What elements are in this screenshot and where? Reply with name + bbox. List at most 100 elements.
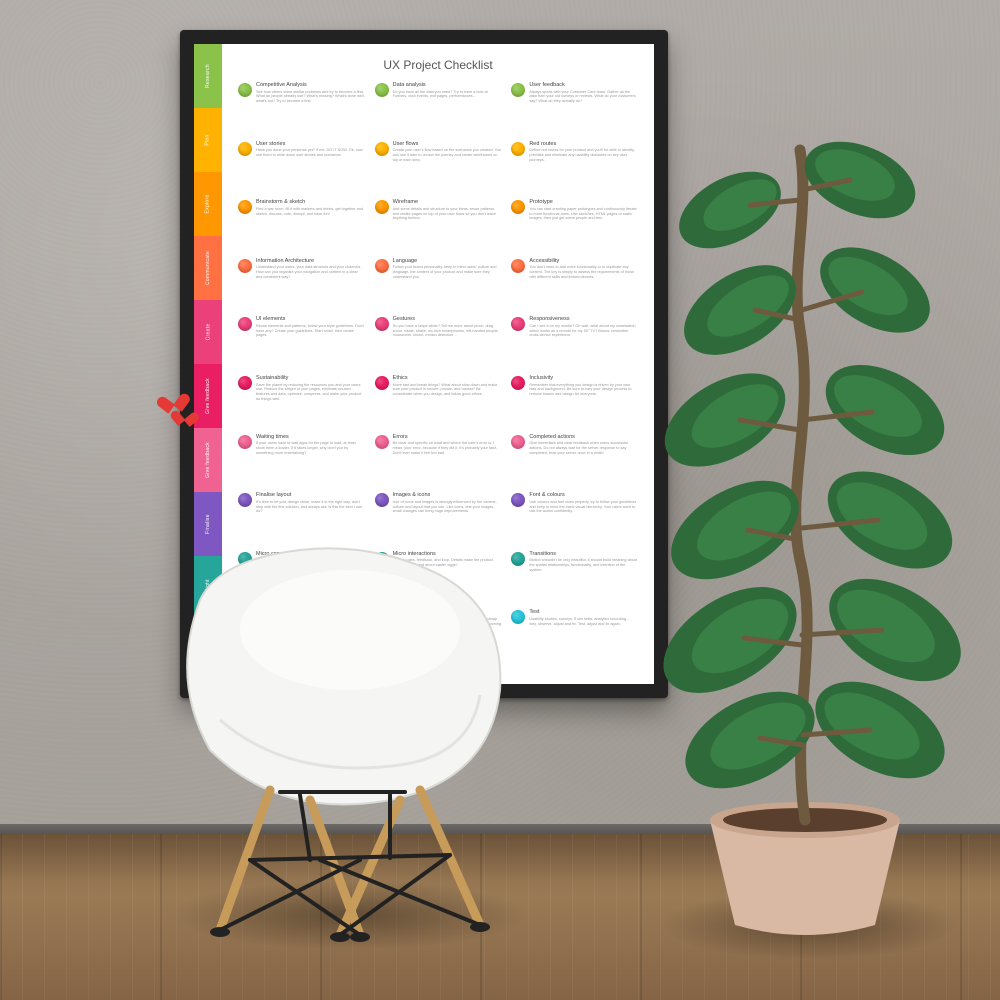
checklist-item: UI elementsReuse elements and patterns, … xyxy=(238,316,365,371)
item-text: Information ArchitectureUnderstand your … xyxy=(256,258,365,313)
item-text: Completed actionsGive immediate and clea… xyxy=(529,434,638,489)
checklist-item: Completed actionsGive immediate and clea… xyxy=(511,434,638,489)
item-title: User flows xyxy=(393,141,502,148)
item-desc: Define red routes for your product and y… xyxy=(529,148,638,162)
checklist-item: GesturesSo you have a swipe slider? Tell… xyxy=(375,316,502,371)
item-text: User feedbackAlways speak with your Cust… xyxy=(529,82,638,137)
checklist-item: PrototypeYou can start creating paper pr… xyxy=(511,199,638,254)
item-icon xyxy=(375,259,389,273)
item-desc: Add some details and structure to your i… xyxy=(393,207,502,221)
item-title: User feedback xyxy=(529,82,638,89)
item-text: LanguageFollow your brand personality, k… xyxy=(393,258,502,313)
item-icon xyxy=(375,435,389,449)
item-desc: Usability studies, surveys, 5 sec tests,… xyxy=(529,617,638,626)
category-label: Research xyxy=(205,64,211,88)
item-desc: Give immediate and clear feedback when u… xyxy=(529,441,638,455)
item-desc: Motion shouldn't be only beautiful, it s… xyxy=(529,558,638,572)
item-desc: Can I see it on my mobile? Oh wait, what… xyxy=(529,324,638,338)
item-text: TransitionsMotion shouldn't be only beau… xyxy=(529,551,638,606)
item-text: Waiting timesIf your users have to wait … xyxy=(256,434,365,489)
item-desc: Use colours and font sizes properly, try… xyxy=(529,500,638,514)
category-label: Give feedback xyxy=(205,378,211,414)
item-desc: Always speak with your Customer Care tea… xyxy=(529,90,638,104)
item-icon xyxy=(238,376,252,390)
item-desc: Create your user's flow based on the sce… xyxy=(393,148,502,162)
item-title: Transitions xyxy=(529,551,638,558)
item-desc: It's time to let your design shine, make… xyxy=(256,500,365,514)
checklist-item: ResponsivenessCan I see it on my mobile?… xyxy=(511,316,638,371)
item-desc: If your users have to wait ages for the … xyxy=(256,441,365,455)
item-title: Sustainability xyxy=(256,375,365,382)
checklist-item: Data analysisDo you have all the data yo… xyxy=(375,82,502,137)
item-icon xyxy=(511,435,525,449)
item-icon xyxy=(511,317,525,331)
item-icon xyxy=(511,493,525,507)
item-title: Gestures xyxy=(393,316,502,323)
item-text: UI elementsReuse elements and patterns, … xyxy=(256,316,365,371)
item-title: Font & colours xyxy=(529,492,638,499)
item-title: Responsiveness xyxy=(529,316,638,323)
checklist-item: EthicsMove fast and break things? What a… xyxy=(375,375,502,430)
item-desc: You can start creating paper prototypes … xyxy=(529,207,638,221)
item-title: Ethics xyxy=(393,375,502,382)
item-title: Data analysis xyxy=(393,82,502,89)
item-title: Finalise layout xyxy=(256,492,365,499)
item-icon xyxy=(511,376,525,390)
item-desc: Use of icons and images is strongly infl… xyxy=(393,500,502,514)
checklist-item: Waiting timesIf your users have to wait … xyxy=(238,434,365,489)
item-desc: Find a war room, fill it with markers an… xyxy=(256,207,365,216)
heart-icon xyxy=(175,405,195,424)
item-text: User storiesHave you done your personas … xyxy=(256,141,365,196)
item-desc: Do you have all the data you need? Try t… xyxy=(393,90,502,99)
item-desc: Move fast and break things? What about s… xyxy=(393,383,502,397)
poster-title: UX Project Checklist xyxy=(238,58,638,72)
checklist-item: ErrorsBe clear and specific on what and … xyxy=(375,434,502,489)
item-text: AccessibilityYou don't need to add extra… xyxy=(529,258,638,313)
category-segment: Communicate xyxy=(194,236,222,300)
item-icon xyxy=(375,142,389,156)
item-text: Competitive AnalysisSee how others solve… xyxy=(256,82,365,137)
checklist-item: Brainstorm & sketchFind a war room, fill… xyxy=(238,199,365,254)
item-icon xyxy=(375,83,389,97)
item-icon xyxy=(375,493,389,507)
category-label: Give feedback xyxy=(205,442,211,478)
item-title: Language xyxy=(393,258,502,265)
checklist-item: LanguageFollow your brand personality, k… xyxy=(375,258,502,313)
item-title: Completed actions xyxy=(529,434,638,441)
item-title: Waiting times xyxy=(256,434,365,441)
category-segment: Give feedback xyxy=(194,428,222,492)
item-text: Red routesDefine red routes for your pro… xyxy=(529,141,638,196)
item-icon xyxy=(238,435,252,449)
item-title: Red routes xyxy=(529,141,638,148)
item-icon xyxy=(511,259,525,273)
checklist-item: AccessibilityYou don't need to add extra… xyxy=(511,258,638,313)
checklist-item: User flowsCreate your user's flow based … xyxy=(375,141,502,196)
item-title: Brainstorm & sketch xyxy=(256,199,365,206)
item-text: TestUsability studies, surveys, 5 sec te… xyxy=(529,609,638,664)
category-segment: Create xyxy=(194,300,222,364)
item-text: SustainabilitySave the planet by reducin… xyxy=(256,375,365,430)
item-text: Brainstorm & sketchFind a war room, fill… xyxy=(256,199,365,254)
category-label: Explore xyxy=(205,194,211,213)
item-icon xyxy=(238,83,252,97)
checklist-item: Competitive AnalysisSee how others solve… xyxy=(238,82,365,137)
checklist-item: User feedbackAlways speak with your Cust… xyxy=(511,82,638,137)
item-title: Competitive Analysis xyxy=(256,82,365,89)
checklist-item: Information ArchitectureUnderstand your … xyxy=(238,258,365,313)
item-text: Data analysisDo you have all the data yo… xyxy=(393,82,502,137)
item-icon xyxy=(238,200,252,214)
item-desc: Be clear and specific on what and where … xyxy=(393,441,502,455)
item-icon xyxy=(511,200,525,214)
item-text: User flowsCreate your user's flow based … xyxy=(393,141,502,196)
item-desc: Reuse elements and patterns, follow your… xyxy=(256,324,365,338)
eames-chair xyxy=(160,520,540,950)
item-icon xyxy=(238,259,252,273)
potted-plant xyxy=(640,120,970,940)
item-title: Accessibility xyxy=(529,258,638,265)
checklist-item: User storiesHave you done your personas … xyxy=(238,141,365,196)
category-segment: Plan xyxy=(194,108,222,172)
item-icon xyxy=(511,142,525,156)
item-title: Prototype xyxy=(529,199,638,206)
heart-stickers xyxy=(162,388,184,430)
item-text: EthicsMove fast and break things? What a… xyxy=(393,375,502,430)
